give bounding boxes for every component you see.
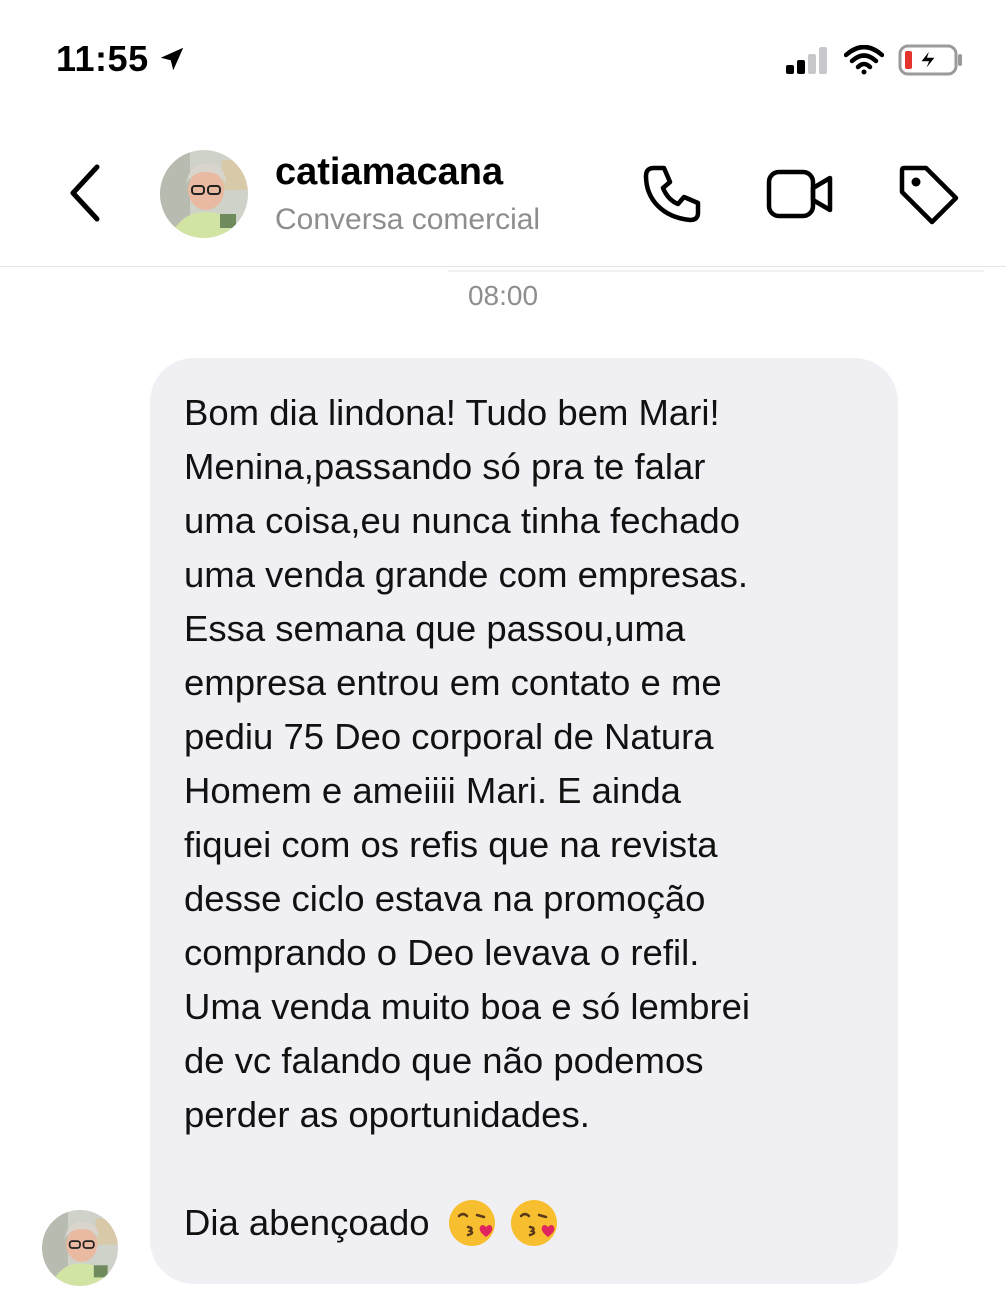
header-divider [448,270,984,272]
battery-charging-icon [898,44,962,76]
contact-avatar[interactable] [160,150,248,238]
message-closing-text: Dia abençoado [184,1202,430,1243]
status-icons [786,44,964,76]
video-call-button[interactable] [766,160,834,228]
profile-photo-icon [42,1210,118,1286]
location-arrow-icon [160,47,183,71]
sender-avatar[interactable] [42,1210,118,1286]
video-camera-icon [766,169,833,219]
call-button[interactable] [638,160,706,228]
wifi-icon [844,45,884,75]
message-closing-line: Dia abençoado [184,1196,868,1250]
status-time: 11:55 [56,38,187,80]
chat-header: catiamacana Conversa comercial [0,130,1006,267]
chevron-left-icon [70,164,100,222]
incoming-message-bubble[interactable]: Bom dia lindona! Tudo bem Mari! Menina,p… [150,358,898,1284]
tag-icon [899,165,959,225]
contact-info[interactable]: catiamacana Conversa comercial [275,148,540,240]
cellular-signal-icon [786,47,827,74]
kissing-face-emoji [510,1200,557,1246]
status-bar: 11:55 [0,0,1006,110]
kissing-face-emoji [448,1200,495,1246]
label-button[interactable] [894,160,962,228]
contact-name: catiamacana [275,151,504,193]
contact-subtitle: Conversa comercial [275,203,541,236]
back-button[interactable] [60,160,110,226]
phone-icon [643,165,701,223]
message-timestamp: 08:00 [467,280,539,311]
profile-photo-icon [160,150,248,238]
message-text: Bom dia lindona! Tudo bem Mari! Menina,p… [184,392,751,1135]
status-time-text: 11:55 [56,38,149,79]
